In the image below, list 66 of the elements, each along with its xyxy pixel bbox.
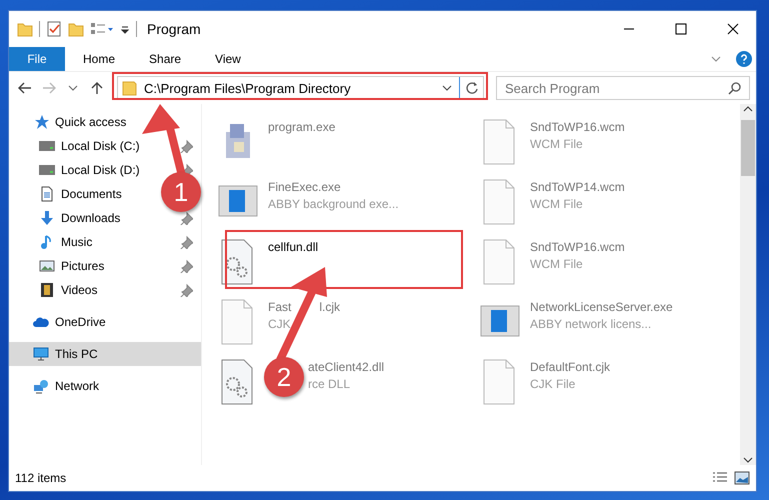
scroll-down-icon <box>743 455 753 465</box>
file-type: CJK <box>268 317 292 331</box>
file-name[interactable]: SndToWP14.wcm <box>530 180 625 194</box>
search-field[interactable]: Search Program <box>496 76 750 100</box>
file-name[interactable]: program.exe <box>268 120 336 134</box>
folder-icon[interactable] <box>68 21 84 37</box>
file-type: ABBY network licens... <box>530 317 652 331</box>
nav-item[interactable]: Music <box>61 235 92 249</box>
scrollbar[interactable] <box>740 104 756 465</box>
network-icon <box>33 378 49 394</box>
nav-item[interactable]: Quick access <box>9 110 201 134</box>
file-name[interactable]: ateClient42.dll <box>308 360 384 374</box>
picture-icon <box>39 258 55 274</box>
drive-icon <box>39 138 55 154</box>
nav-item[interactable]: Downloads <box>61 211 120 225</box>
folder-icon[interactable] <box>17 21 33 37</box>
address-bar[interactable]: C:\Program Files\Program Directory <box>117 76 484 100</box>
file-name[interactable]: DefaultFont.cjk <box>530 360 610 374</box>
file-name[interactable]: l.cjk <box>319 300 340 314</box>
file-type: WCM File <box>530 257 584 271</box>
up-icon[interactable] <box>89 80 105 96</box>
scroll-up-icon <box>743 104 753 114</box>
file-type: rce DLL <box>308 377 352 391</box>
close-icon <box>727 23 739 35</box>
view-dropdown-icon[interactable] <box>90 21 114 37</box>
forward-icon[interactable] <box>41 80 57 96</box>
nav-item[interactable]: This PC <box>9 342 201 366</box>
ribbon-tab[interactable]: Home <box>67 47 132 71</box>
folder-icon <box>122 80 138 96</box>
maximize-icon <box>675 23 687 35</box>
monitor-icon <box>33 346 49 362</box>
address-path: C:\Program Files\Program Directory <box>144 80 352 96</box>
checklist-icon[interactable] <box>46 21 62 37</box>
search-icon[interactable] <box>728 81 742 95</box>
nav-item[interactable]: Pictures <box>61 259 104 273</box>
back-icon[interactable] <box>17 80 33 96</box>
nav-item[interactable]: Local Disk (D:) <box>61 163 140 177</box>
ribbon-tab[interactable]: Share <box>133 47 198 71</box>
scroll-thumb[interactable] <box>741 120 755 176</box>
file-name[interactable]: SndToWP16.wcm <box>530 120 625 134</box>
nav-item[interactable]: Network <box>9 374 201 398</box>
nav-item[interactable]: Videos <box>61 283 98 297</box>
file-name[interactable]: NetworkLicenseServer.exe <box>530 300 673 314</box>
file-menu-button[interactable]: File <box>9 47 65 71</box>
file-type: WCM File <box>530 197 584 211</box>
tiles-view-icon[interactable] <box>734 471 750 485</box>
file-type: WCM File <box>530 137 584 151</box>
star-icon <box>33 114 49 130</box>
file-name[interactable]: cellfun.dll <box>268 240 318 254</box>
file-type: ABBY background exe... <box>268 197 399 211</box>
document-icon <box>39 186 55 202</box>
file-name[interactable]: SndToWP16.wcm <box>530 240 625 254</box>
down-arrow-icon <box>39 210 55 226</box>
ribbon-tab[interactable]: View <box>199 47 257 71</box>
help-icon[interactable] <box>736 51 752 67</box>
nav-item[interactable]: OneDrive <box>9 310 201 334</box>
item-count: 112 items <box>15 471 68 485</box>
file-type: CJK File <box>530 377 576 391</box>
file-name[interactable]: FineExec.exe <box>268 180 399 194</box>
film-icon <box>39 282 55 298</box>
file-name[interactable]: Fast <box>268 300 292 314</box>
window-title: Program <box>147 21 202 37</box>
drive-icon <box>39 162 55 178</box>
nav-item[interactable]: Documents <box>61 187 122 201</box>
nav-item[interactable]: Local Disk (C:) <box>61 139 140 153</box>
refresh-icon <box>464 81 478 95</box>
